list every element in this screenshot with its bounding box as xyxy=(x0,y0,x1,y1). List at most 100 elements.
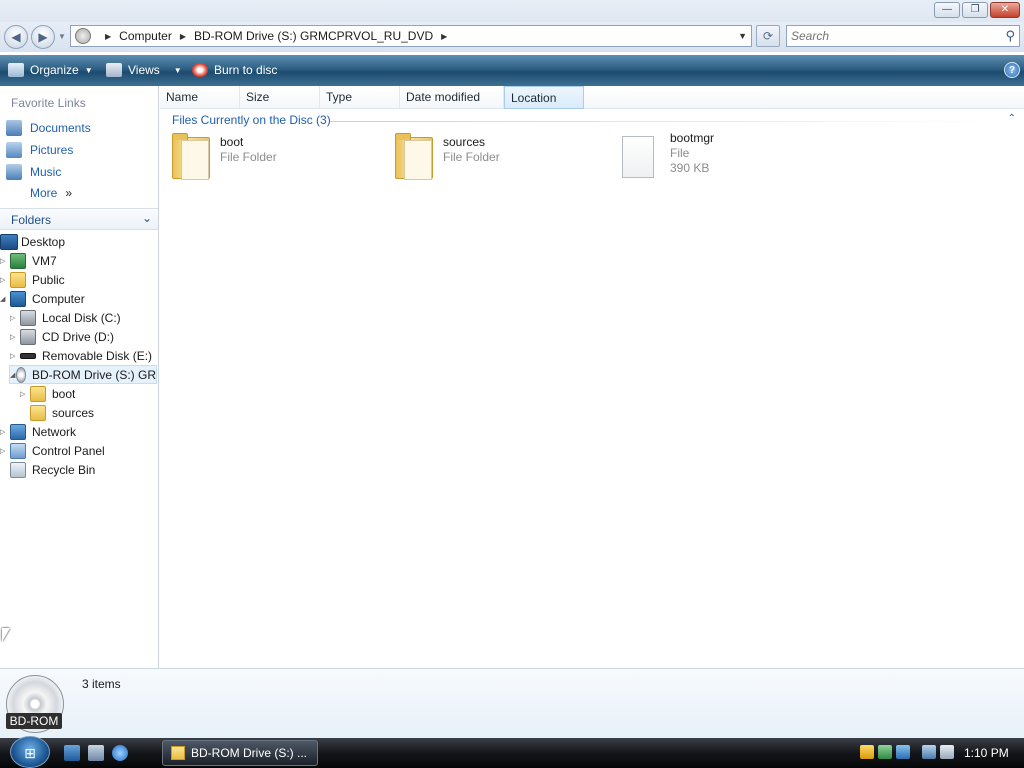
computer-icon xyxy=(10,290,26,307)
expand-arrow-icon[interactable]: ▷ xyxy=(10,333,20,341)
file-tile-boot[interactable]: boot File Folder xyxy=(170,131,277,183)
collapse-group-icon[interactable]: ⌃ xyxy=(1008,113,1016,124)
favorite-music[interactable]: Music xyxy=(6,164,61,180)
group-divider xyxy=(330,121,1000,122)
security-shield-icon[interactable] xyxy=(860,745,874,759)
tree-item-label: VM7 xyxy=(32,253,57,268)
drive-icon xyxy=(75,28,91,44)
expand-arrow-icon[interactable]: ▷ xyxy=(20,390,30,398)
collapse-arrow-icon[interactable]: ◢ xyxy=(10,371,16,379)
taskbar-button-explorer[interactable]: BD-ROM Drive (S:) ... xyxy=(162,740,318,766)
tree-item-label: Network xyxy=(32,424,77,439)
windows-update-icon[interactable] xyxy=(878,745,892,759)
back-button[interactable]: ◀ xyxy=(4,25,28,49)
expand-arrow-icon[interactable]: ▷ xyxy=(0,276,10,284)
internet-explorer-icon[interactable] xyxy=(112,745,128,761)
favorite-label: More xyxy=(30,186,58,200)
tree-item-local-disk-c[interactable]: ▷ Local Disk (C:) xyxy=(10,308,121,327)
folders-header[interactable]: Folders ⌄ xyxy=(0,208,158,230)
file-size: 390 KB xyxy=(670,161,710,175)
security-center-icon[interactable] xyxy=(896,745,910,759)
tree-item-vm7[interactable]: ▷ VM7 xyxy=(0,251,57,270)
navigation-pane: Favorite Links Documents Pictures Music … xyxy=(0,86,159,668)
organize-button[interactable]: Organize ▼ xyxy=(8,62,93,78)
breadcrumb-separator-icon[interactable]: ▶ xyxy=(441,32,447,41)
folder-icon xyxy=(171,746,185,760)
column-header-name[interactable]: Name xyxy=(160,86,240,109)
tree-item-label: boot xyxy=(52,386,76,401)
expand-arrow-icon[interactable]: ▷ xyxy=(0,447,10,455)
collapse-arrow-icon[interactable]: ◢ xyxy=(0,295,10,303)
views-icon xyxy=(106,63,122,77)
expand-arrow-icon[interactable]: ▷ xyxy=(0,257,10,265)
group-header[interactable]: Files Currently on the Disc (3) xyxy=(172,113,331,127)
expand-arrow-icon[interactable]: ▷ xyxy=(10,352,20,360)
breadcrumb-separator-icon[interactable]: ▶ xyxy=(180,32,186,41)
start-button[interactable]: ⊞ xyxy=(10,736,50,768)
favorite-pictures[interactable]: Pictures xyxy=(6,142,73,158)
tree-item-cd-drive-d[interactable]: ▷ CD Drive (D:) xyxy=(10,327,114,346)
tree-item-label: Desktop xyxy=(21,234,66,249)
favorite-label: Pictures xyxy=(30,143,74,157)
burn-to-disc-button[interactable]: Burn to disc xyxy=(192,62,277,78)
tree-item-label: Public xyxy=(32,272,65,287)
breadcrumb-computer[interactable]: Computer xyxy=(119,26,172,46)
maximize-button[interactable]: ❐ xyxy=(962,2,988,18)
tree-item-computer[interactable]: ◢ Computer xyxy=(0,289,85,308)
close-button[interactable]: ✕ xyxy=(990,2,1020,18)
tree-item-sources[interactable]: sources xyxy=(30,403,94,422)
column-header-date-modified[interactable]: Date modified xyxy=(400,86,504,109)
file-tile-sources[interactable]: sources File Folder xyxy=(393,131,500,183)
file-type: File Folder xyxy=(443,150,500,164)
tree-item-label: Recycle Bin xyxy=(32,462,96,477)
magnifier-icon[interactable]: ⚲ xyxy=(1005,28,1015,44)
network-status-icon[interactable] xyxy=(922,745,936,759)
switch-windows-icon[interactable] xyxy=(88,745,104,761)
address-dropdown-icon[interactable]: ▼ xyxy=(738,31,747,41)
folder-icon xyxy=(30,385,46,402)
search-input[interactable] xyxy=(787,26,987,46)
tree-item-control-panel[interactable]: ▷ Control Panel xyxy=(0,441,105,460)
forward-button[interactable]: ▶ xyxy=(31,25,55,49)
burn-label: Burn to disc xyxy=(214,63,278,77)
expand-arrow-icon[interactable]: ▷ xyxy=(10,314,20,322)
refresh-button[interactable]: ⟳ xyxy=(756,25,780,47)
large-folder-icon xyxy=(393,131,435,181)
volume-muted-icon[interactable] xyxy=(940,745,954,759)
file-tile-bootmgr[interactable]: bootmgr File 390 KB xyxy=(620,131,714,183)
favorite-documents[interactable]: Documents xyxy=(6,120,91,136)
search-box[interactable]: ⚲ xyxy=(786,25,1020,47)
favorite-more[interactable]: More » xyxy=(30,186,72,200)
tree-item-network[interactable]: ▷ Network xyxy=(0,422,76,441)
item-count: 3 items xyxy=(82,677,121,691)
tree-item-removable-disk-e[interactable]: ▷ Removable Disk (E:) xyxy=(10,346,152,365)
organize-icon xyxy=(8,63,24,77)
show-desktop-icon[interactable] xyxy=(64,745,80,761)
help-icon[interactable]: ? xyxy=(1004,62,1020,78)
views-button[interactable]: Views ▼ xyxy=(106,62,182,78)
column-header-size[interactable]: Size xyxy=(240,86,320,109)
expand-arrow-icon[interactable]: ▷ xyxy=(0,428,10,436)
desktop-icon xyxy=(0,233,18,250)
control-panel-icon xyxy=(10,442,26,459)
command-toolbar: Organize ▼ Views ▼ Burn to disc ? xyxy=(0,55,1024,86)
file-list-pane: Name Size Type Date modified Location Fi… xyxy=(160,86,1024,668)
breadcrumb-bd-rom-drive[interactable]: BD-ROM Drive (S:) GRMCPRVOL_RU_DVD xyxy=(194,26,433,46)
column-header-type[interactable]: Type xyxy=(320,86,400,109)
tree-item-boot[interactable]: ▷ boot xyxy=(20,384,75,403)
clock[interactable]: 1:10 PM xyxy=(964,746,1009,760)
tree-item-bd-rom-drive[interactable]: ◢ BD-ROM Drive (S:) GR xyxy=(9,365,157,384)
tree-item-desktop[interactable]: Desktop xyxy=(0,232,65,251)
minimize-button[interactable]: — xyxy=(934,2,960,18)
drive-label: BD-ROM xyxy=(6,713,62,729)
breadcrumb-separator-icon[interactable]: ▶ xyxy=(105,32,111,41)
chevron-down-icon: ▼ xyxy=(173,65,182,75)
recent-pages-dropdown[interactable]: ▼ xyxy=(58,32,66,41)
column-header-location[interactable]: Location xyxy=(504,86,584,109)
tree-item-recycle-bin[interactable]: Recycle Bin xyxy=(10,460,95,479)
column-headers: Name Size Type Date modified Location xyxy=(160,86,1024,109)
file-name: boot xyxy=(220,135,244,149)
large-file-icon xyxy=(620,131,662,181)
tree-item-public[interactable]: ▷ Public xyxy=(0,270,65,289)
address-bar[interactable]: ▶ Computer ▶ BD-ROM Drive (S:) GRMCPRVOL… xyxy=(70,25,752,47)
